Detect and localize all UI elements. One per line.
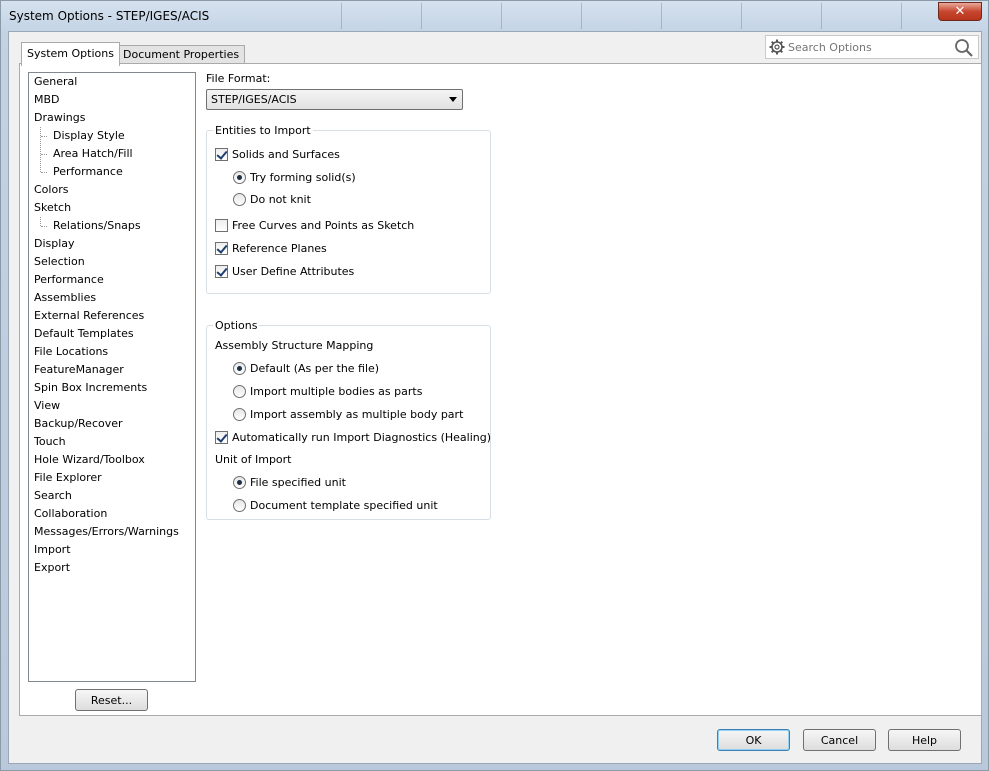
tree-item-featuremanager[interactable]: FeatureManager [34,361,124,379]
tree-item-relations-snaps[interactable]: Relations/Snaps [53,217,141,235]
tree-connector [40,127,41,172]
multiple-bodies-parts-radio[interactable] [233,385,246,398]
multiple-bodies-parts-label: Import multiple bodies as parts [250,385,423,398]
user-define-attributes-checkbox[interactable] [215,265,228,278]
file-unit-label: File specified unit [250,476,346,489]
try-forming-label: Try forming solid(s) [250,171,356,184]
tree-item-view[interactable]: View [34,397,60,415]
free-curves-checkbox[interactable] [215,219,228,232]
tree-connector [41,172,47,173]
tab-system-options[interactable]: System Options [21,42,120,66]
tree-item-drawings-performance[interactable]: Performance [53,163,123,181]
tree-item-export[interactable]: Export [34,559,70,577]
tree-item-touch[interactable]: Touch [34,433,66,451]
auto-diagnostics-checkbox[interactable] [215,431,228,444]
user-define-attributes-label: User Define Attributes [232,265,355,278]
try-forming-radio[interactable] [233,171,246,184]
do-not-knit-radio[interactable] [233,193,246,206]
tree-item-hole-wizard[interactable]: Hole Wizard/Toolbox [34,451,145,469]
chevron-down-icon [449,97,457,102]
reference-planes-label: Reference Planes [232,242,327,255]
auto-diagnostics-label: Automatically run Import Diagnostics (He… [232,431,491,444]
free-curves-label: Free Curves and Points as Sketch [232,219,415,232]
assembly-mapping-label: Assembly Structure Mapping [215,339,374,352]
search-input[interactable] [786,38,951,56]
file-format-label: File Format: [206,72,271,85]
tree-item-messages[interactable]: Messages/Errors/Warnings [34,523,179,541]
title-bar[interactable]: System Options - STEP/IGES/ACIS ✕ [1,1,988,31]
tree-item-file-locations[interactable]: File Locations [34,343,108,361]
ok-button[interactable]: OK [717,729,790,751]
template-unit-label: Document template specified unit [250,499,438,512]
tab-document-properties[interactable]: Document Properties [117,45,246,65]
tree-item-default-templates[interactable]: Default Templates [34,325,134,343]
tree-connector [41,226,47,227]
assembly-multibody-radio[interactable] [233,408,246,421]
tree-item-search[interactable]: Search [34,487,72,505]
default-mapping-label: Default (As per the file) [250,362,380,375]
tree-connector [40,217,41,226]
tree-item-external-references[interactable]: External References [34,307,144,325]
default-mapping-radio[interactable] [233,362,246,375]
file-format-select[interactable]: STEP/IGES/ACIS [206,89,463,110]
file-unit-radio[interactable] [233,476,246,489]
tree-item-drawings[interactable]: Drawings [34,109,85,127]
entities-group-title: Entities to Import [213,124,313,137]
cancel-button[interactable]: Cancel [803,729,876,751]
window-title: System Options - STEP/IGES/ACIS [9,9,210,23]
tree-item-file-explorer[interactable]: File Explorer [34,469,102,487]
tree-item-display[interactable]: Display [34,235,75,253]
tree-item-spin-box[interactable]: Spin Box Increments [34,379,147,397]
tree-item-display-style[interactable]: Display Style [53,127,125,145]
options-group: Options Assembly Structure Mapping Defau… [206,319,491,520]
search-box[interactable] [765,35,979,59]
file-format-value: STEP/IGES/ACIS [211,93,297,106]
dialog-window: System Options - STEP/IGES/ACIS ✕ System… [0,0,989,771]
close-icon: ✕ [954,4,966,19]
close-button[interactable]: ✕ [938,2,982,21]
options-group-title: Options [213,319,260,332]
tree-item-colors[interactable]: Colors [34,181,68,199]
reference-planes-checkbox[interactable] [215,242,228,255]
tree-item-backup-recover[interactable]: Backup/Recover [34,415,123,433]
tree-item-sketch[interactable]: Sketch [34,199,71,217]
tree-item-mbd[interactable]: MBD [34,91,60,109]
tree-item-area-hatch[interactable]: Area Hatch/Fill [53,145,133,163]
options-tree[interactable]: General MBD Drawings Display Style Area … [28,72,196,682]
dialog-client: System Options Document Properties Searc… [8,31,982,764]
tree-item-performance[interactable]: Performance [34,271,104,289]
reset-button[interactable]: Reset... [75,689,148,711]
tree-item-general[interactable]: General [34,73,77,91]
tree-connector [41,136,47,137]
solids-surfaces-label: Solids and Surfaces [232,148,340,161]
tree-connector [41,154,47,155]
solids-surfaces-checkbox[interactable] [215,148,228,161]
tree-item-collaboration[interactable]: Collaboration [34,505,107,523]
options-panel: General MBD Drawings Display Style Area … [19,63,982,716]
tree-item-assemblies[interactable]: Assemblies [34,289,96,307]
tree-item-import[interactable]: Import [34,541,71,559]
help-button[interactable]: Help [888,729,961,751]
do-not-knit-label: Do not knit [250,193,311,206]
assembly-multibody-label: Import assembly as multiple body part [250,408,464,421]
search-icon[interactable] [954,38,974,58]
background-ribbon-ghost [301,3,928,29]
unit-of-import-label: Unit of Import [215,453,292,466]
tree-item-selection[interactable]: Selection [34,253,85,271]
entities-group: Entities to Import Solids and Surfaces T… [206,124,491,294]
gear-icon[interactable] [768,38,786,56]
template-unit-radio[interactable] [233,499,246,512]
